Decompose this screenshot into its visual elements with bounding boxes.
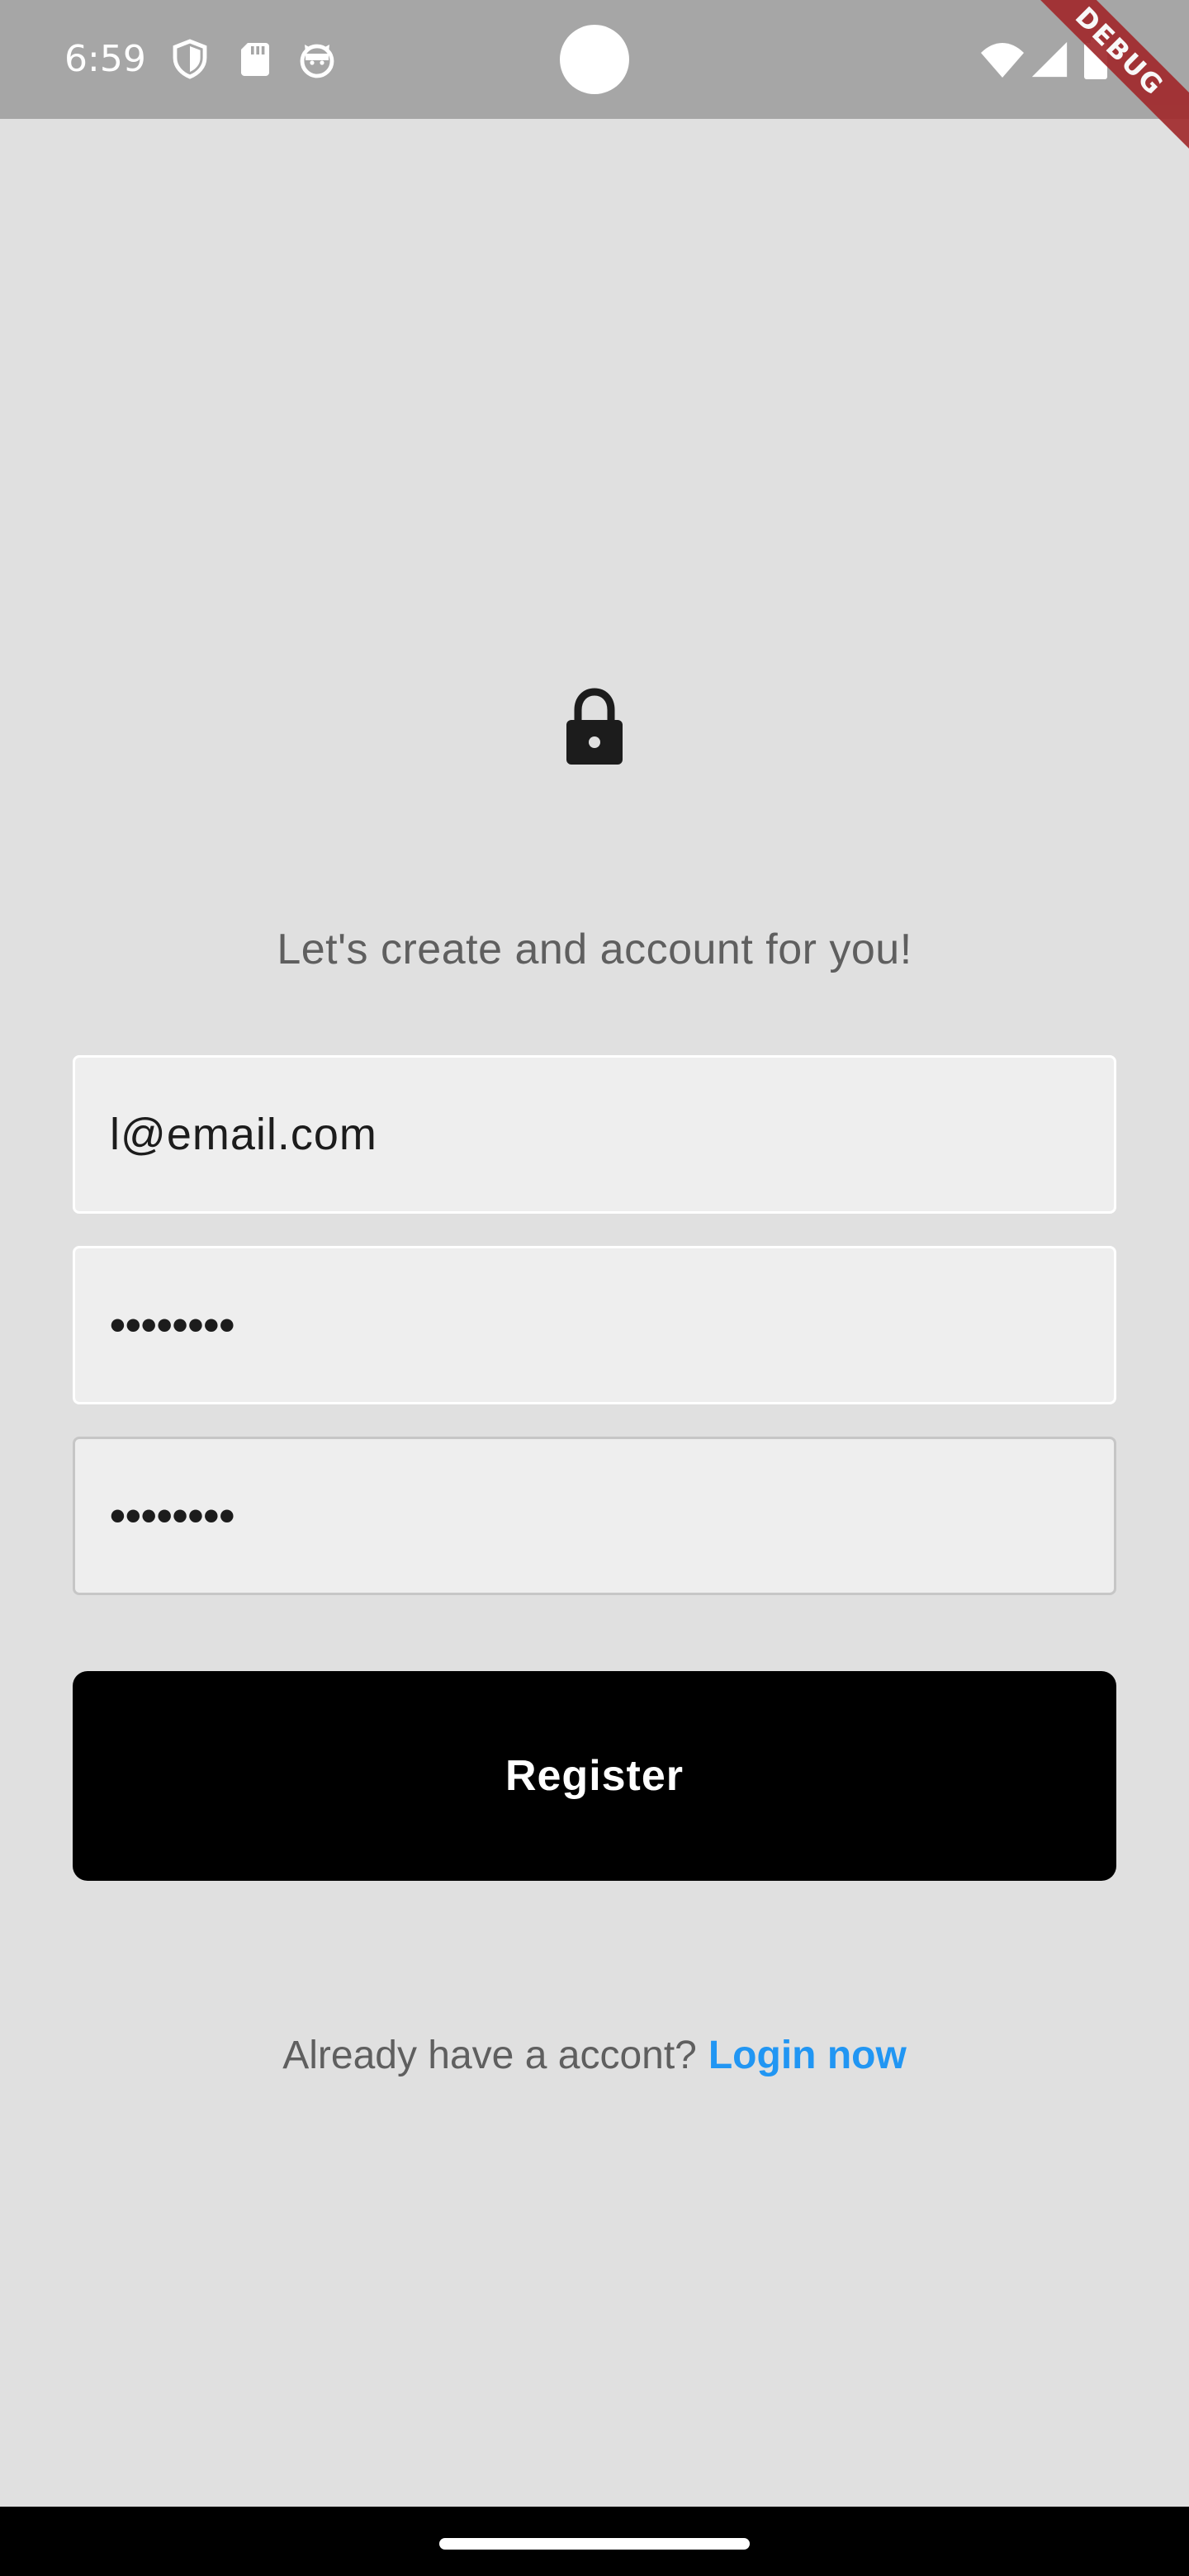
password-field-value: ••••••••: [110, 1300, 235, 1350]
cell-signal-icon: [1029, 38, 1070, 81]
status-time: 6:59: [64, 38, 146, 80]
navigation-bar: [0, 2507, 1189, 2576]
email-field[interactable]: l@email.com: [73, 1055, 1116, 1214]
register-button[interactable]: Register: [73, 1671, 1116, 1881]
register-button-label: Register: [504, 1752, 685, 1800]
lock-icon: [561, 685, 628, 768]
password-field[interactable]: ••••••••: [73, 1246, 1116, 1404]
sd-card-icon: [234, 38, 274, 81]
cat-face-icon: [297, 38, 337, 81]
status-bar: 6:59 DEBUG: [0, 0, 1189, 165]
login-prompt-row: Already have a accont? Login now: [0, 2029, 1189, 2082]
login-prompt-text: Already have a accont?: [282, 2034, 697, 2077]
login-now-link[interactable]: Login now: [708, 2034, 907, 2077]
confirm-password-field-value: ••••••••: [110, 1491, 235, 1541]
wifi-icon: [979, 38, 1026, 81]
camera-cutout: [560, 25, 629, 94]
email-field-value: l@email.com: [110, 1110, 377, 1159]
home-indicator[interactable]: [439, 2538, 750, 2550]
confirm-password-field[interactable]: ••••••••: [73, 1437, 1116, 1595]
page-subtitle: Let's create and account for you!: [277, 926, 912, 973]
shield-icon: [170, 38, 210, 81]
debug-banner: DEBUG: [1006, 0, 1189, 165]
